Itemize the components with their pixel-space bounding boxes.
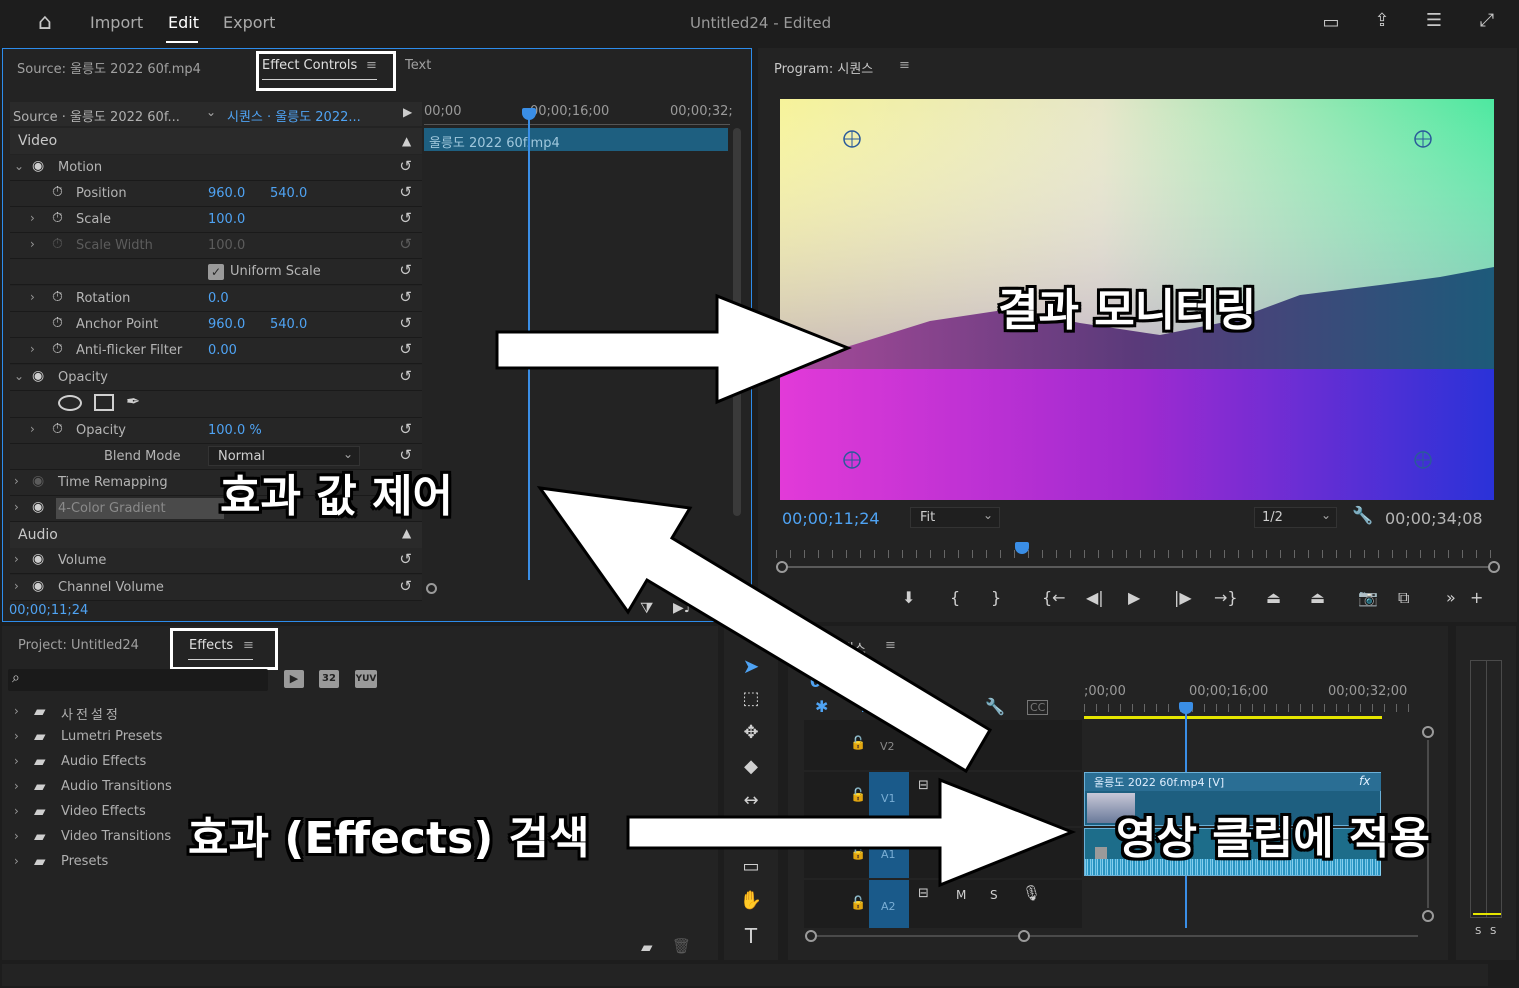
annotation-effect-values: 효과 값 제어 [220, 471, 454, 522]
arrow-diagonal-icon [536, 486, 993, 774]
annotation-search: 효과 (Effects) 검색 [188, 813, 590, 864]
annotation-result: 결과 모니터링 [998, 285, 1257, 336]
arrow-right-icon [626, 777, 1077, 888]
annotation-apply: 영상 클립에 적용 [1116, 813, 1430, 864]
arrow-right-icon [495, 293, 852, 405]
